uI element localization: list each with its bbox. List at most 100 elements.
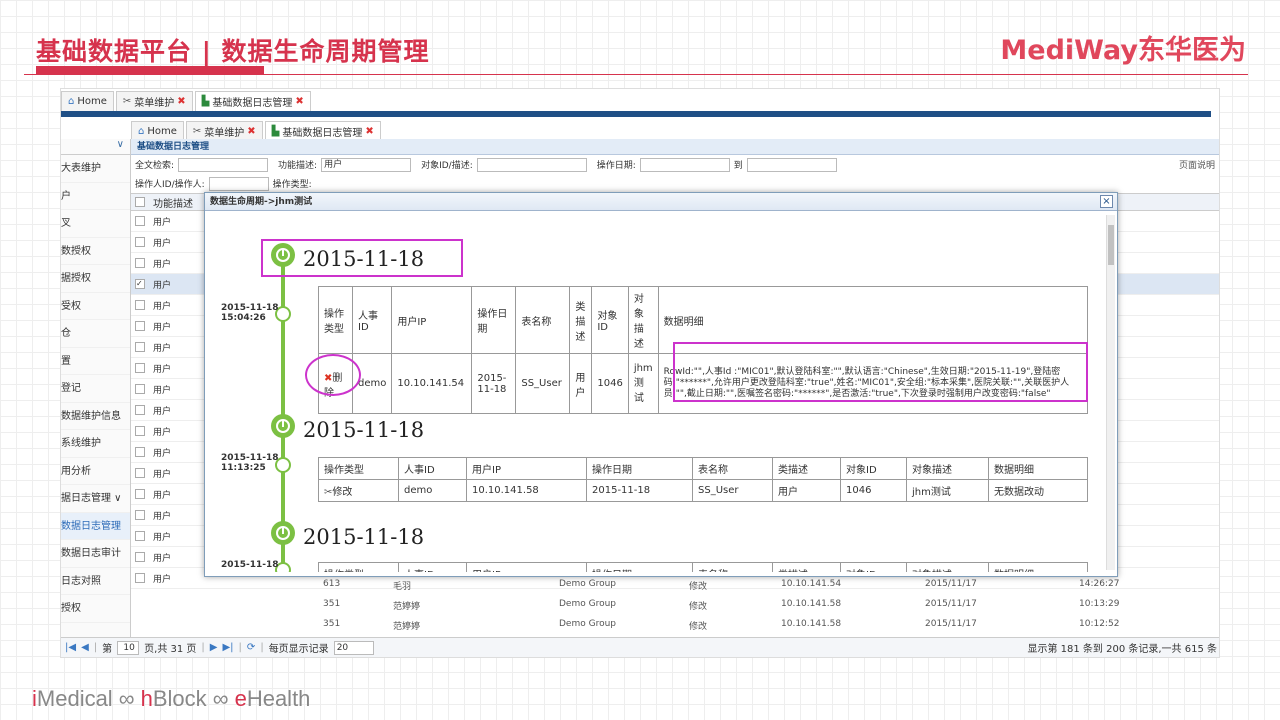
table-header: 类描述 — [569, 286, 593, 354]
sidebar-item[interactable]: 日志对照 — [61, 568, 130, 595]
sidebar-item[interactable]: 用分析 — [61, 458, 130, 485]
slide-title: 基础数据平台 | 数据生命周期管理 — [36, 37, 430, 66]
tab-label: 基础数据日志管理 — [282, 128, 363, 139]
tab-label: 基础数据日志管理 — [212, 98, 293, 109]
sidebar-item[interactable]: 授权 — [61, 595, 130, 623]
row-checkbox[interactable] — [135, 321, 145, 331]
obj-input[interactable] — [476, 157, 587, 172]
table-header: 操作日期 — [586, 562, 693, 572]
grid-cell-group: Demo Group — [559, 599, 617, 609]
outer-tab-log[interactable]: ▙ 基础数据日志管理 ✖ — [194, 91, 311, 111]
row-checkbox[interactable] — [135, 237, 145, 247]
date-to-label: 到 — [733, 161, 743, 171]
brand-logo: MediWay东华医为 — [1000, 35, 1246, 66]
row-checkbox[interactable] — [135, 258, 145, 268]
sidebar-item[interactable]: 数授权 — [61, 238, 130, 265]
row-checkbox[interactable] — [135, 531, 145, 541]
first-page-icon[interactable]: |◀ — [65, 642, 76, 653]
next-page-icon[interactable]: ▶ — [210, 642, 218, 653]
sidebar-item[interactable]: 数据维护信息 — [61, 403, 130, 430]
chart-icon: ▙ — [271, 126, 280, 137]
sidebar-item[interactable]: 大表维护 — [61, 155, 130, 183]
date-from-input[interactable] — [639, 157, 730, 172]
row-func: 用户 — [153, 301, 172, 312]
help-link[interactable]: 页面说明 — [1179, 158, 1215, 171]
close-icon[interactable]: ✖ — [177, 96, 185, 107]
dialog-scrollbar[interactable] — [1106, 215, 1115, 570]
last-page-icon[interactable]: ▶| — [222, 642, 233, 653]
func-input[interactable]: 用户 — [321, 157, 412, 172]
row-checkbox[interactable] — [135, 216, 145, 226]
cell: 2015-11-18 — [586, 479, 693, 502]
lifecycle-dialog: 数据生命周期->jhm测试 × 2015-11-18 2015-11-18 15… — [204, 192, 1118, 577]
sidebar-item[interactable]: 仓 — [61, 320, 130, 348]
inner-tab-home[interactable]: ⌂ Home — [131, 121, 184, 141]
scrollbar-thumb[interactable] — [1108, 225, 1114, 265]
outer-tab-home[interactable]: ⌂ Home — [61, 91, 114, 111]
grid-cell-ip: 10.10.141.54 — [781, 579, 842, 589]
row-checkbox[interactable] — [135, 468, 145, 478]
row-checkbox[interactable] — [135, 426, 145, 436]
timeline-clock-icon — [271, 414, 295, 438]
user-input[interactable] — [208, 176, 269, 191]
table-header: 操作日期 — [471, 286, 517, 354]
cell: 2015-11-18 — [471, 353, 517, 414]
sidebar-collapse-toggle[interactable]: ∨ — [61, 139, 130, 155]
tab-label: 菜单维护 — [204, 128, 245, 139]
row-checkbox[interactable] — [135, 384, 145, 394]
row-func: 用户 — [153, 427, 172, 438]
inner-tab-menu[interactable]: ✂ 菜单维护 ✖ — [185, 121, 263, 141]
sidebar-item[interactable]: 户 — [61, 183, 130, 210]
op-type-cell: ✂修改 — [318, 479, 399, 502]
row-func: 用户 — [153, 490, 172, 501]
row-checkbox[interactable] — [135, 447, 145, 457]
sidebar-item[interactable]: 置 — [61, 348, 130, 375]
date-highlight — [261, 239, 463, 277]
refresh-icon[interactable]: ⟳ — [247, 642, 255, 653]
row-checkbox[interactable] — [135, 573, 145, 583]
close-icon[interactable]: ✖ — [295, 96, 303, 107]
sidebar-item[interactable]: 登记 — [61, 375, 130, 403]
footer-tagline: iMedical ∞ hBlock ∞ eHealth — [32, 686, 311, 711]
outer-tab-menu[interactable]: ✂ 菜单维护 ✖ — [115, 91, 193, 111]
select-all-checkbox[interactable] — [135, 197, 145, 207]
sidebar-item[interactable]: 据授权 — [61, 265, 130, 293]
prev-page-icon[interactable]: ◀ — [81, 642, 89, 653]
page-input[interactable]: 10 — [117, 640, 140, 655]
close-icon[interactable]: × — [1100, 195, 1113, 208]
inner-tab-log[interactable]: ▙ 基础数据日志管理 ✖ — [264, 121, 381, 141]
row-func: 用户 — [153, 511, 172, 522]
row-checkbox[interactable] — [135, 363, 145, 373]
per-page-select[interactable]: 20 — [333, 640, 374, 655]
close-icon[interactable]: ✖ — [247, 126, 255, 137]
user-label: 操作人ID/操作人: — [135, 180, 205, 190]
obj-label: 对象ID/描述: — [421, 161, 473, 171]
row-checkbox[interactable] — [135, 405, 145, 415]
sidebar-item[interactable]: 数据日志管理 — [61, 512, 130, 540]
cell: 无数据改动 — [988, 479, 1088, 502]
close-icon[interactable]: ✖ — [365, 126, 373, 137]
row-checkbox[interactable] — [135, 300, 145, 310]
grid-cell-ip: 10.10.141.58 — [781, 599, 842, 609]
sidebar-item[interactable]: 系线维护 — [61, 430, 130, 458]
date-to-input[interactable] — [746, 157, 837, 172]
cell: 10.10.141.58 — [466, 479, 587, 502]
per-page-label: 每页显示记录 — [268, 644, 329, 655]
sidebar-item[interactable]: 受权 — [61, 293, 130, 320]
cell: demo — [398, 479, 467, 502]
fulltext-input[interactable] — [178, 157, 269, 172]
date-label: 操作日期: — [596, 161, 636, 171]
row-checkbox[interactable]: ✓ — [135, 279, 145, 289]
grid-cell-date: 2015/11/17 — [925, 599, 977, 609]
cell: 用户 — [772, 479, 841, 502]
sidebar-item[interactable]: 数据日志审计 — [61, 540, 130, 568]
row-checkbox[interactable] — [135, 342, 145, 352]
row-func: 用户 — [153, 364, 172, 375]
detail-highlight — [673, 342, 1088, 402]
sidebar-item[interactable]: 据日志管理 ∨ — [61, 485, 130, 513]
table-header: 表名称 — [692, 457, 773, 480]
row-checkbox[interactable] — [135, 552, 145, 562]
row-checkbox[interactable] — [135, 510, 145, 520]
row-checkbox[interactable] — [135, 489, 145, 499]
sidebar-item[interactable]: 叉 — [61, 210, 130, 238]
